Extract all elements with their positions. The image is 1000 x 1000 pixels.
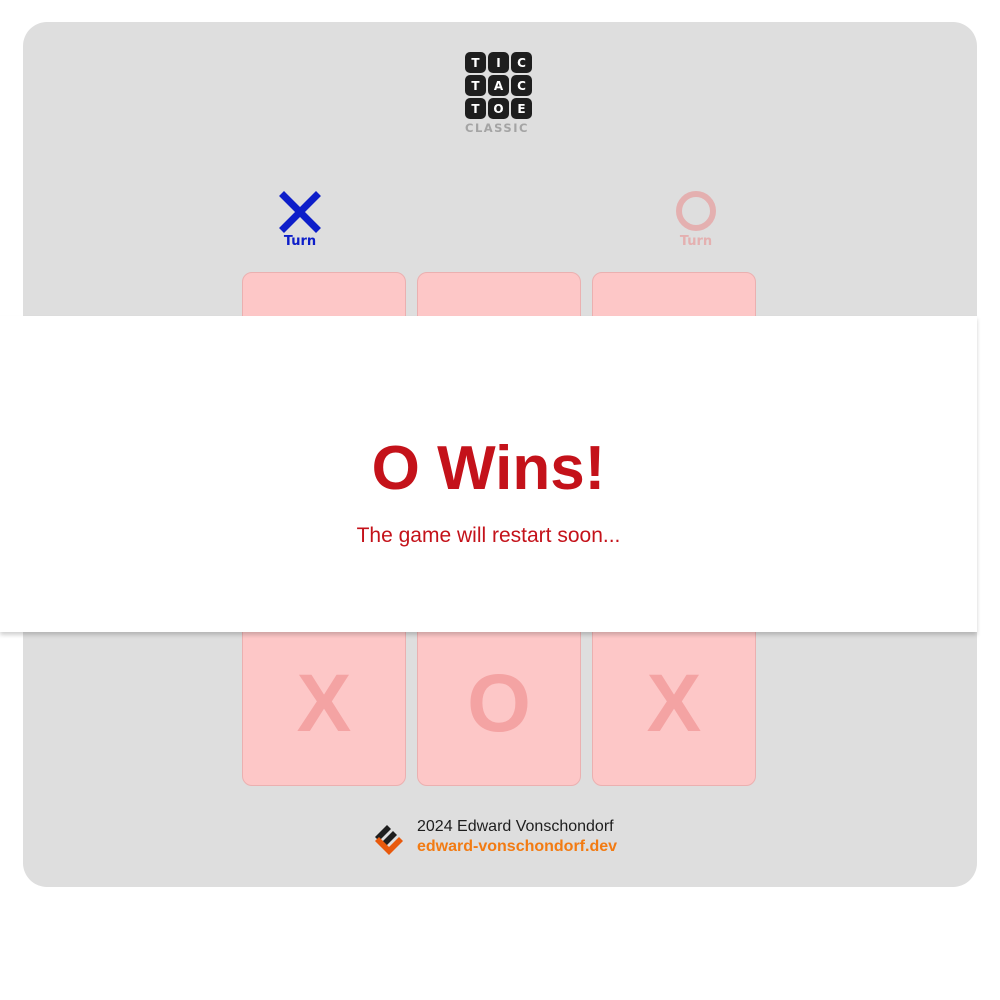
logo-letter: T	[465, 75, 486, 96]
logo-letter: C	[511, 75, 532, 96]
logo-subtitle: CLASSIC	[465, 121, 529, 135]
logo-letter: A	[488, 75, 509, 96]
footer-copyright: 2024 Edward Vonschondorf	[417, 818, 614, 835]
x-mark-icon	[279, 191, 321, 233]
board-tile[interactable]: X	[592, 622, 756, 786]
logo-letter: C	[511, 52, 532, 73]
logo-letter: I	[488, 52, 509, 73]
tic-tac-toe-logo: T I C T A C T O E CLASSIC	[465, 52, 537, 135]
logo-grid: T I C T A C T O E	[465, 52, 537, 119]
logo-letter: T	[465, 98, 486, 119]
logo-letter: T	[465, 52, 486, 73]
footer-website-link[interactable]: edward-vonschondorf.dev	[417, 837, 617, 857]
player-x-turn-label: Turn	[283, 234, 317, 249]
footer: 2024 Edward Vonschondorf edward-vonschon…	[371, 817, 617, 857]
player-x-indicator: Turn	[260, 190, 340, 249]
brand-logo-icon	[375, 825, 403, 855]
logo-letter: O	[488, 98, 509, 119]
result-title: O Wins!	[371, 434, 606, 503]
logo-letter: E	[511, 98, 532, 119]
result-message: The game will restart soon...	[356, 524, 621, 547]
o-mark-icon	[676, 191, 716, 231]
player-o-turn-label: Turn	[679, 234, 713, 249]
player-o-indicator: Turn	[656, 190, 736, 249]
footer-text: 2024 Edward Vonschondorf edward-vonschon…	[417, 817, 617, 857]
result-overlay: O Wins! The game will restart soon...	[0, 316, 977, 632]
board-tile[interactable]: O	[417, 622, 581, 786]
board-tile[interactable]: X	[242, 622, 406, 786]
